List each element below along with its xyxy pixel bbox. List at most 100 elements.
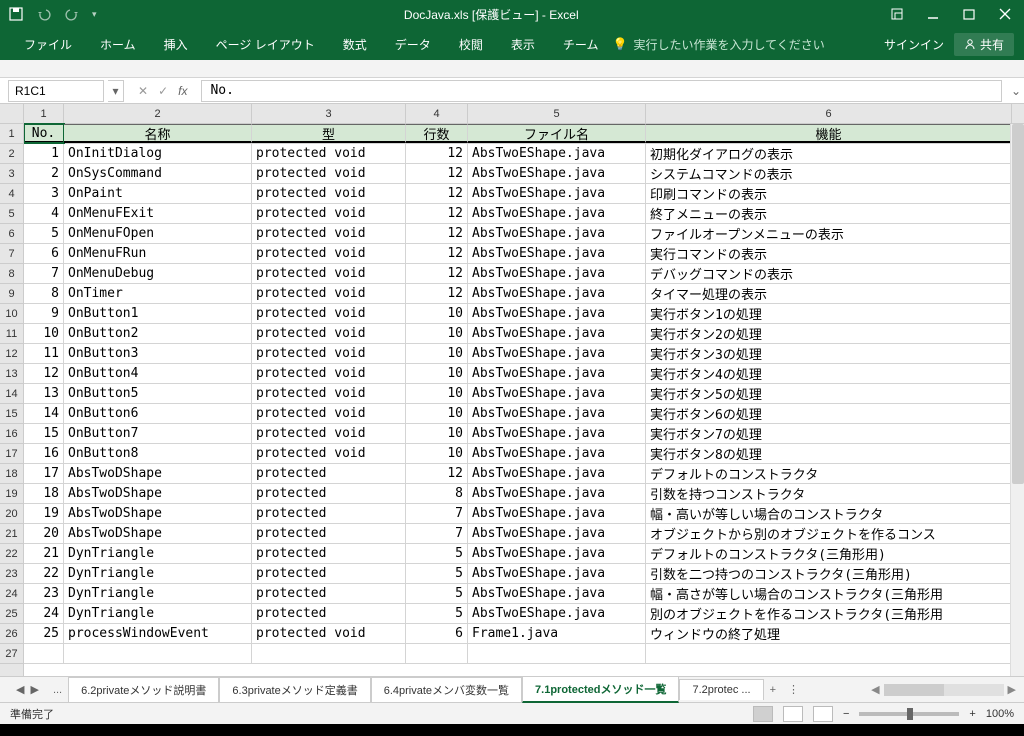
table-cell[interactable]: 17 (24, 464, 64, 483)
table-cell[interactable]: OnButton5 (64, 384, 252, 403)
tab-formulas[interactable]: 数式 (329, 36, 381, 53)
table-cell[interactable]: OnButton7 (64, 424, 252, 443)
enter-formula-icon[interactable]: ✓ (158, 84, 168, 98)
select-all-corner[interactable] (0, 104, 23, 124)
table-cell[interactable]: AbsTwoEShape.java (468, 144, 646, 163)
table-cell[interactable]: AbsTwoEShape.java (468, 264, 646, 283)
table-cell[interactable]: 12 (406, 204, 468, 223)
table-cell[interactable]: protected void (252, 224, 406, 243)
table-cell[interactable]: OnSysCommand (64, 164, 252, 183)
table-cell[interactable]: 11 (24, 344, 64, 363)
fx-icon[interactable]: fx (178, 84, 187, 98)
table-cell[interactable]: AbsTwoEShape.java (468, 524, 646, 543)
table-cell[interactable]: protected void (252, 364, 406, 383)
table-cell[interactable]: 実行コマンドの表示 (646, 244, 1012, 263)
table-cell[interactable]: ファイルオープンメニューの表示 (646, 224, 1012, 243)
table-cell[interactable]: protected void (252, 304, 406, 323)
table-cell[interactable]: protected void (252, 344, 406, 363)
table-cell[interactable]: 7 (24, 264, 64, 283)
column-header[interactable]: 5 (468, 104, 646, 123)
table-cell[interactable]: 10 (406, 444, 468, 463)
tab-data[interactable]: データ (381, 36, 445, 53)
scrollbar-thumb[interactable] (1012, 124, 1024, 484)
table-cell[interactable]: AbsTwoEShape.java (468, 584, 646, 603)
row-header[interactable]: 26 (0, 624, 23, 644)
table-cell[interactable]: protected (252, 544, 406, 563)
table-cell[interactable]: AbsTwoEShape.java (468, 304, 646, 323)
row-header[interactable]: 4 (0, 184, 23, 204)
table-cell[interactable]: AbsTwoEShape.java (468, 404, 646, 423)
table-cell[interactable]: AbsTwoEShape.java (468, 384, 646, 403)
table-cell[interactable]: 7 (406, 524, 468, 543)
table-cell[interactable]: AbsTwoEShape.java (468, 544, 646, 563)
table-cell[interactable]: 実行ボタン3の処理 (646, 344, 1012, 363)
column-header[interactable]: 2 (64, 104, 252, 123)
table-cell[interactable]: デフォルトのコンストラクタ(三角形用) (646, 544, 1012, 563)
table-cell[interactable] (24, 644, 64, 663)
table-cell[interactable]: 19 (24, 504, 64, 523)
table-cell[interactable]: 12 (406, 284, 468, 303)
hscroll-left-icon[interactable]: ◀ (871, 683, 879, 696)
table-cell[interactable]: OnMenuFExit (64, 204, 252, 223)
table-cell[interactable]: AbsTwoEShape.java (468, 344, 646, 363)
table-cell[interactable]: protected (252, 604, 406, 623)
table-cell[interactable]: DynTriangle (64, 584, 252, 603)
table-cell[interactable]: 21 (24, 544, 64, 563)
table-cell[interactable]: protected void (252, 264, 406, 283)
table-cell[interactable]: 12 (406, 264, 468, 283)
table-cell[interactable]: protected void (252, 444, 406, 463)
table-cell[interactable]: OnButton3 (64, 344, 252, 363)
sheet-tab-4[interactable]: 7.1protectedメソッド一覧 (522, 676, 679, 703)
sheet-tab-3[interactable]: 6.4privateメンバ変数一覧 (371, 677, 522, 702)
signin-link[interactable]: サインイン (884, 36, 944, 53)
table-header-cell[interactable]: 名称 (64, 124, 252, 143)
table-cell[interactable]: 5 (406, 604, 468, 623)
table-cell[interactable]: 12 (406, 144, 468, 163)
table-cell[interactable]: protected void (252, 624, 406, 643)
tab-list-colon[interactable]: ⋮ (782, 679, 805, 700)
column-header[interactable]: 6 (646, 104, 1012, 123)
row-header[interactable]: 13 (0, 364, 23, 384)
qat-dropdown-icon[interactable]: ▾ (92, 9, 97, 20)
redo-icon[interactable] (64, 6, 80, 22)
table-header-cell[interactable]: No. (24, 124, 64, 143)
table-cell[interactable]: 9 (24, 304, 64, 323)
sheet-tab-5[interactable]: 7.2protec ... (679, 679, 763, 700)
table-cell[interactable] (252, 644, 406, 663)
table-header-cell[interactable]: 行数 (406, 124, 468, 143)
table-cell[interactable]: 25 (24, 624, 64, 643)
table-cell[interactable]: 18 (24, 484, 64, 503)
table-cell[interactable]: AbsTwoEShape.java (468, 204, 646, 223)
table-cell[interactable]: protected (252, 464, 406, 483)
table-cell[interactable]: protected void (252, 184, 406, 203)
table-cell[interactable]: 22 (24, 564, 64, 583)
table-cell[interactable]: デフォルトのコンストラクタ (646, 464, 1012, 483)
table-cell[interactable]: 2 (24, 164, 64, 183)
tab-nav-prev-icon[interactable]: ◀ (16, 683, 24, 696)
table-cell[interactable]: OnMenuDebug (64, 264, 252, 283)
table-cell[interactable]: AbsTwoEShape.java (468, 444, 646, 463)
sheet-tab-2[interactable]: 6.3privateメソッド定義書 (219, 677, 370, 702)
table-cell[interactable]: 実行ボタン8の処理 (646, 444, 1012, 463)
table-cell[interactable]: protected (252, 564, 406, 583)
table-cell[interactable]: 7 (406, 504, 468, 523)
table-cell[interactable]: 13 (24, 384, 64, 403)
undo-icon[interactable] (36, 6, 52, 22)
table-cell[interactable]: protected void (252, 204, 406, 223)
table-cell[interactable]: AbsTwoDShape (64, 504, 252, 523)
table-cell[interactable]: 10 (406, 304, 468, 323)
table-cell[interactable]: 4 (24, 204, 64, 223)
row-header[interactable]: 12 (0, 344, 23, 364)
table-cell[interactable]: 14 (24, 404, 64, 423)
table-cell[interactable]: 24 (24, 604, 64, 623)
row-header[interactable]: 10 (0, 304, 23, 324)
row-header[interactable]: 1 (0, 124, 23, 144)
maximize-button[interactable] (958, 3, 980, 25)
row-header[interactable]: 6 (0, 224, 23, 244)
table-header-cell[interactable]: 機能 (646, 124, 1012, 143)
hscroll-thumb[interactable] (884, 684, 944, 696)
table-cell[interactable]: DynTriangle (64, 544, 252, 563)
table-cell[interactable]: AbsTwoEShape.java (468, 504, 646, 523)
row-header[interactable]: 17 (0, 444, 23, 464)
table-cell[interactable]: 23 (24, 584, 64, 603)
